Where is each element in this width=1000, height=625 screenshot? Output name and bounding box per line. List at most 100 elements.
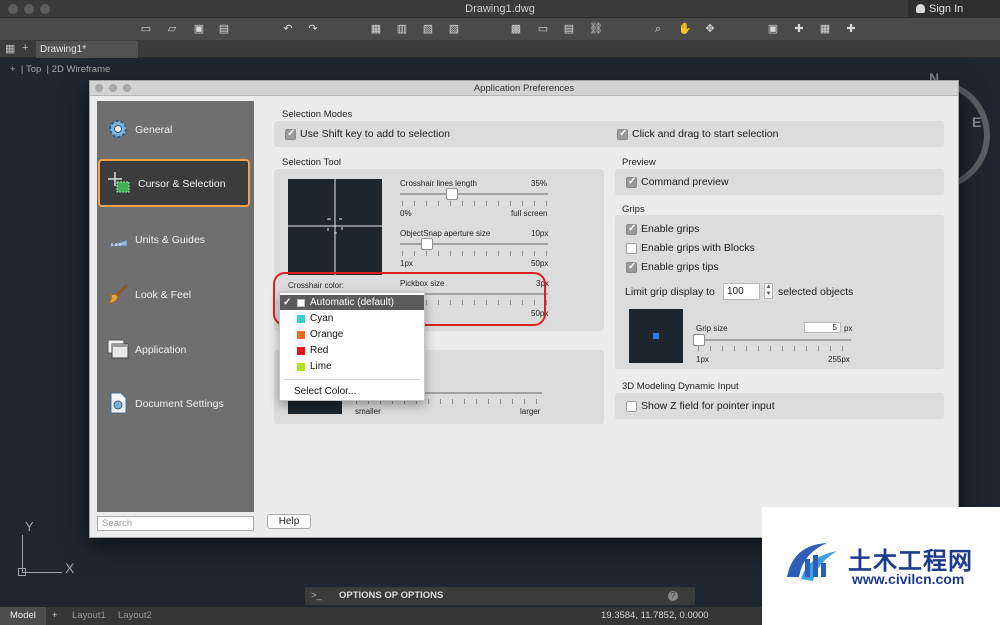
enable-grips-blocks-checkbox[interactable]: Enable grips with Blocks (626, 242, 755, 254)
import-icon[interactable]: ▩ (510, 23, 522, 35)
sidebar-item-document-settings[interactable]: Document Settings (97, 379, 254, 427)
redo-icon[interactable]: ↷ (307, 23, 319, 35)
tabs-menu-icon[interactable]: ▦ (5, 42, 15, 55)
open-file-icon[interactable]: ▱ (166, 23, 178, 35)
checkbox-label: Enable grips tips (641, 261, 719, 273)
grip-limit-input[interactable]: 100 (723, 283, 760, 300)
enable-grips-tips-checkbox[interactable]: Enable grips tips (626, 261, 719, 273)
view-name[interactable]: Top (26, 64, 41, 75)
dialog-zoom-button[interactable] (123, 84, 131, 92)
osnap-aperture-slider[interactable] (420, 238, 433, 250)
checkbox-label: Use Shift key to add to selection (300, 128, 450, 140)
search-input[interactable]: Search (97, 516, 254, 531)
checkbox-checked[interactable] (626, 176, 637, 188)
save-icon[interactable]: ▣ (193, 23, 205, 35)
checkbox-unchecked[interactable] (626, 242, 637, 254)
crosshair-length-min: 0% (400, 209, 412, 218)
preview-panel: Command preview (615, 169, 944, 195)
document-settings-icon (110, 392, 127, 414)
command-line[interactable]: >_ OPTIONS OP OPTIONS ? (305, 587, 695, 605)
zoom-icon[interactable]: ⌕ (652, 23, 664, 35)
select-color-option[interactable]: Select Color... (280, 384, 424, 399)
grip-limit-stepper[interactable]: ▲ ▼ (764, 283, 773, 299)
window-title: Drawing1.dwg (465, 3, 535, 15)
view-cube-east[interactable]: E (972, 114, 981, 130)
layer-state-icon[interactable]: ▦ (819, 23, 831, 35)
show-z-field-checkbox[interactable]: Show Z field for pointer input (626, 400, 775, 412)
pan-icon[interactable]: ✋ (678, 23, 692, 35)
dialog-close-button[interactable] (95, 84, 103, 92)
help-icon[interactable]: ? (668, 591, 678, 601)
command-preview-checkbox[interactable]: Command preview (626, 176, 729, 188)
shift-add-checkbox[interactable]: Use Shift key to add to selection (285, 128, 450, 140)
color-swatch (297, 331, 305, 339)
orbit-icon[interactable]: ✥ (704, 23, 716, 35)
selection-modes-panel: Use Shift key to add to selection Click … (274, 121, 944, 147)
crosshair-length-track[interactable] (400, 193, 548, 195)
crosshair-length-slider[interactable] (445, 188, 458, 200)
color-option-cyan[interactable]: Cyan (280, 311, 424, 326)
batch-plot-icon[interactable]: ▨ (448, 23, 460, 35)
checkmark-icon: ✓ (283, 297, 292, 308)
sidebar-item-application[interactable]: Application (97, 325, 254, 373)
checkbox-label: Command preview (641, 176, 729, 188)
help-button[interactable]: Help (267, 514, 311, 529)
osnap-aperture-max: 50px (531, 259, 549, 268)
sidebar-item-look-feel[interactable]: Look & Feel (97, 270, 254, 318)
sign-in-button[interactable]: Sign In (908, 0, 1000, 18)
link-icon[interactable]: ⛓ (589, 23, 603, 35)
checkbox-unchecked[interactable] (626, 400, 637, 412)
publish-icon[interactable]: ▧ (422, 23, 434, 35)
color-option-lime[interactable]: Lime (280, 359, 424, 374)
visual-style[interactable]: 2D Wireframe (52, 64, 111, 75)
tab-layout1[interactable]: Layout1 (72, 607, 106, 625)
color-option-automatic[interactable]: ✓ Automatic (default) (280, 295, 424, 310)
grip-size-input[interactable]: 5 (804, 322, 841, 333)
sidebar-item-label: Application (135, 344, 187, 356)
tab-layout2[interactable]: Layout2 (118, 607, 152, 625)
crosshair-length-max: full screen (511, 209, 548, 218)
sidebar-item-cursor-selection[interactable]: Cursor & Selection (98, 159, 250, 207)
grip-size-slider[interactable] (693, 334, 706, 346)
viewport-menu[interactable]: + (10, 64, 16, 75)
enable-grips-checkbox[interactable]: Enable grips (626, 223, 699, 235)
checkbox-checked[interactable] (617, 128, 628, 140)
sidebar-item-general[interactable]: General (97, 105, 254, 153)
print-icon[interactable]: ▦ (370, 23, 382, 35)
attach-icon[interactable]: ▤ (563, 23, 575, 35)
save-as-icon[interactable]: ▤ (218, 23, 230, 35)
new-tab-button[interactable]: + (22, 42, 28, 54)
checkbox-checked[interactable] (626, 261, 637, 273)
undo-icon[interactable]: ↶ (282, 23, 294, 35)
color-option-red[interactable]: Red (280, 343, 424, 358)
preview-heading: Preview (622, 157, 656, 168)
color-swatch (297, 363, 305, 371)
viewport-controls[interactable]: + | Top | 2D Wireframe (10, 64, 110, 75)
crosshair-color-dropdown[interactable]: ✓ Automatic (default) Cyan Orange Red Li… (279, 292, 425, 401)
new-file-icon[interactable]: ▭ (140, 23, 152, 35)
checkbox-checked[interactable] (626, 223, 637, 235)
tab-drawing1[interactable]: Drawing1* (36, 41, 138, 58)
grip-size-track[interactable] (696, 339, 851, 341)
color-option-label: Orange (310, 329, 344, 340)
sidebar-item-units-guides[interactable]: Units & Guides (97, 215, 254, 263)
click-drag-checkbox[interactable]: Click and drag to start selection (617, 128, 779, 140)
slider-ticks (402, 201, 548, 206)
ruler-icon (108, 239, 128, 247)
plot-icon[interactable]: ▥ (396, 23, 408, 35)
selection-tool-heading: Selection Tool (282, 157, 341, 168)
sign-in-label: Sign In (929, 3, 964, 15)
grip-limit-suffix: selected objects (778, 286, 854, 298)
add-layout-button[interactable]: + (52, 607, 58, 625)
layer-match-icon[interactable]: ✚ (845, 23, 857, 35)
checkbox-checked[interactable] (285, 128, 296, 140)
dialog-minimize-button[interactable] (109, 84, 117, 92)
layer-add-icon[interactable]: ✚ (793, 23, 805, 35)
layer-properties-icon[interactable]: ▣ (767, 23, 779, 35)
color-option-orange[interactable]: Orange (280, 327, 424, 342)
command-text[interactable]: OPTIONS OP OPTIONS (339, 587, 443, 605)
export-icon[interactable]: ▭ (537, 23, 549, 35)
command-prompt[interactable]: >_ (311, 587, 322, 605)
tab-model[interactable]: Model (0, 607, 46, 625)
preferences-sidebar: General Cursor & Selection Units & Guide… (97, 101, 254, 512)
